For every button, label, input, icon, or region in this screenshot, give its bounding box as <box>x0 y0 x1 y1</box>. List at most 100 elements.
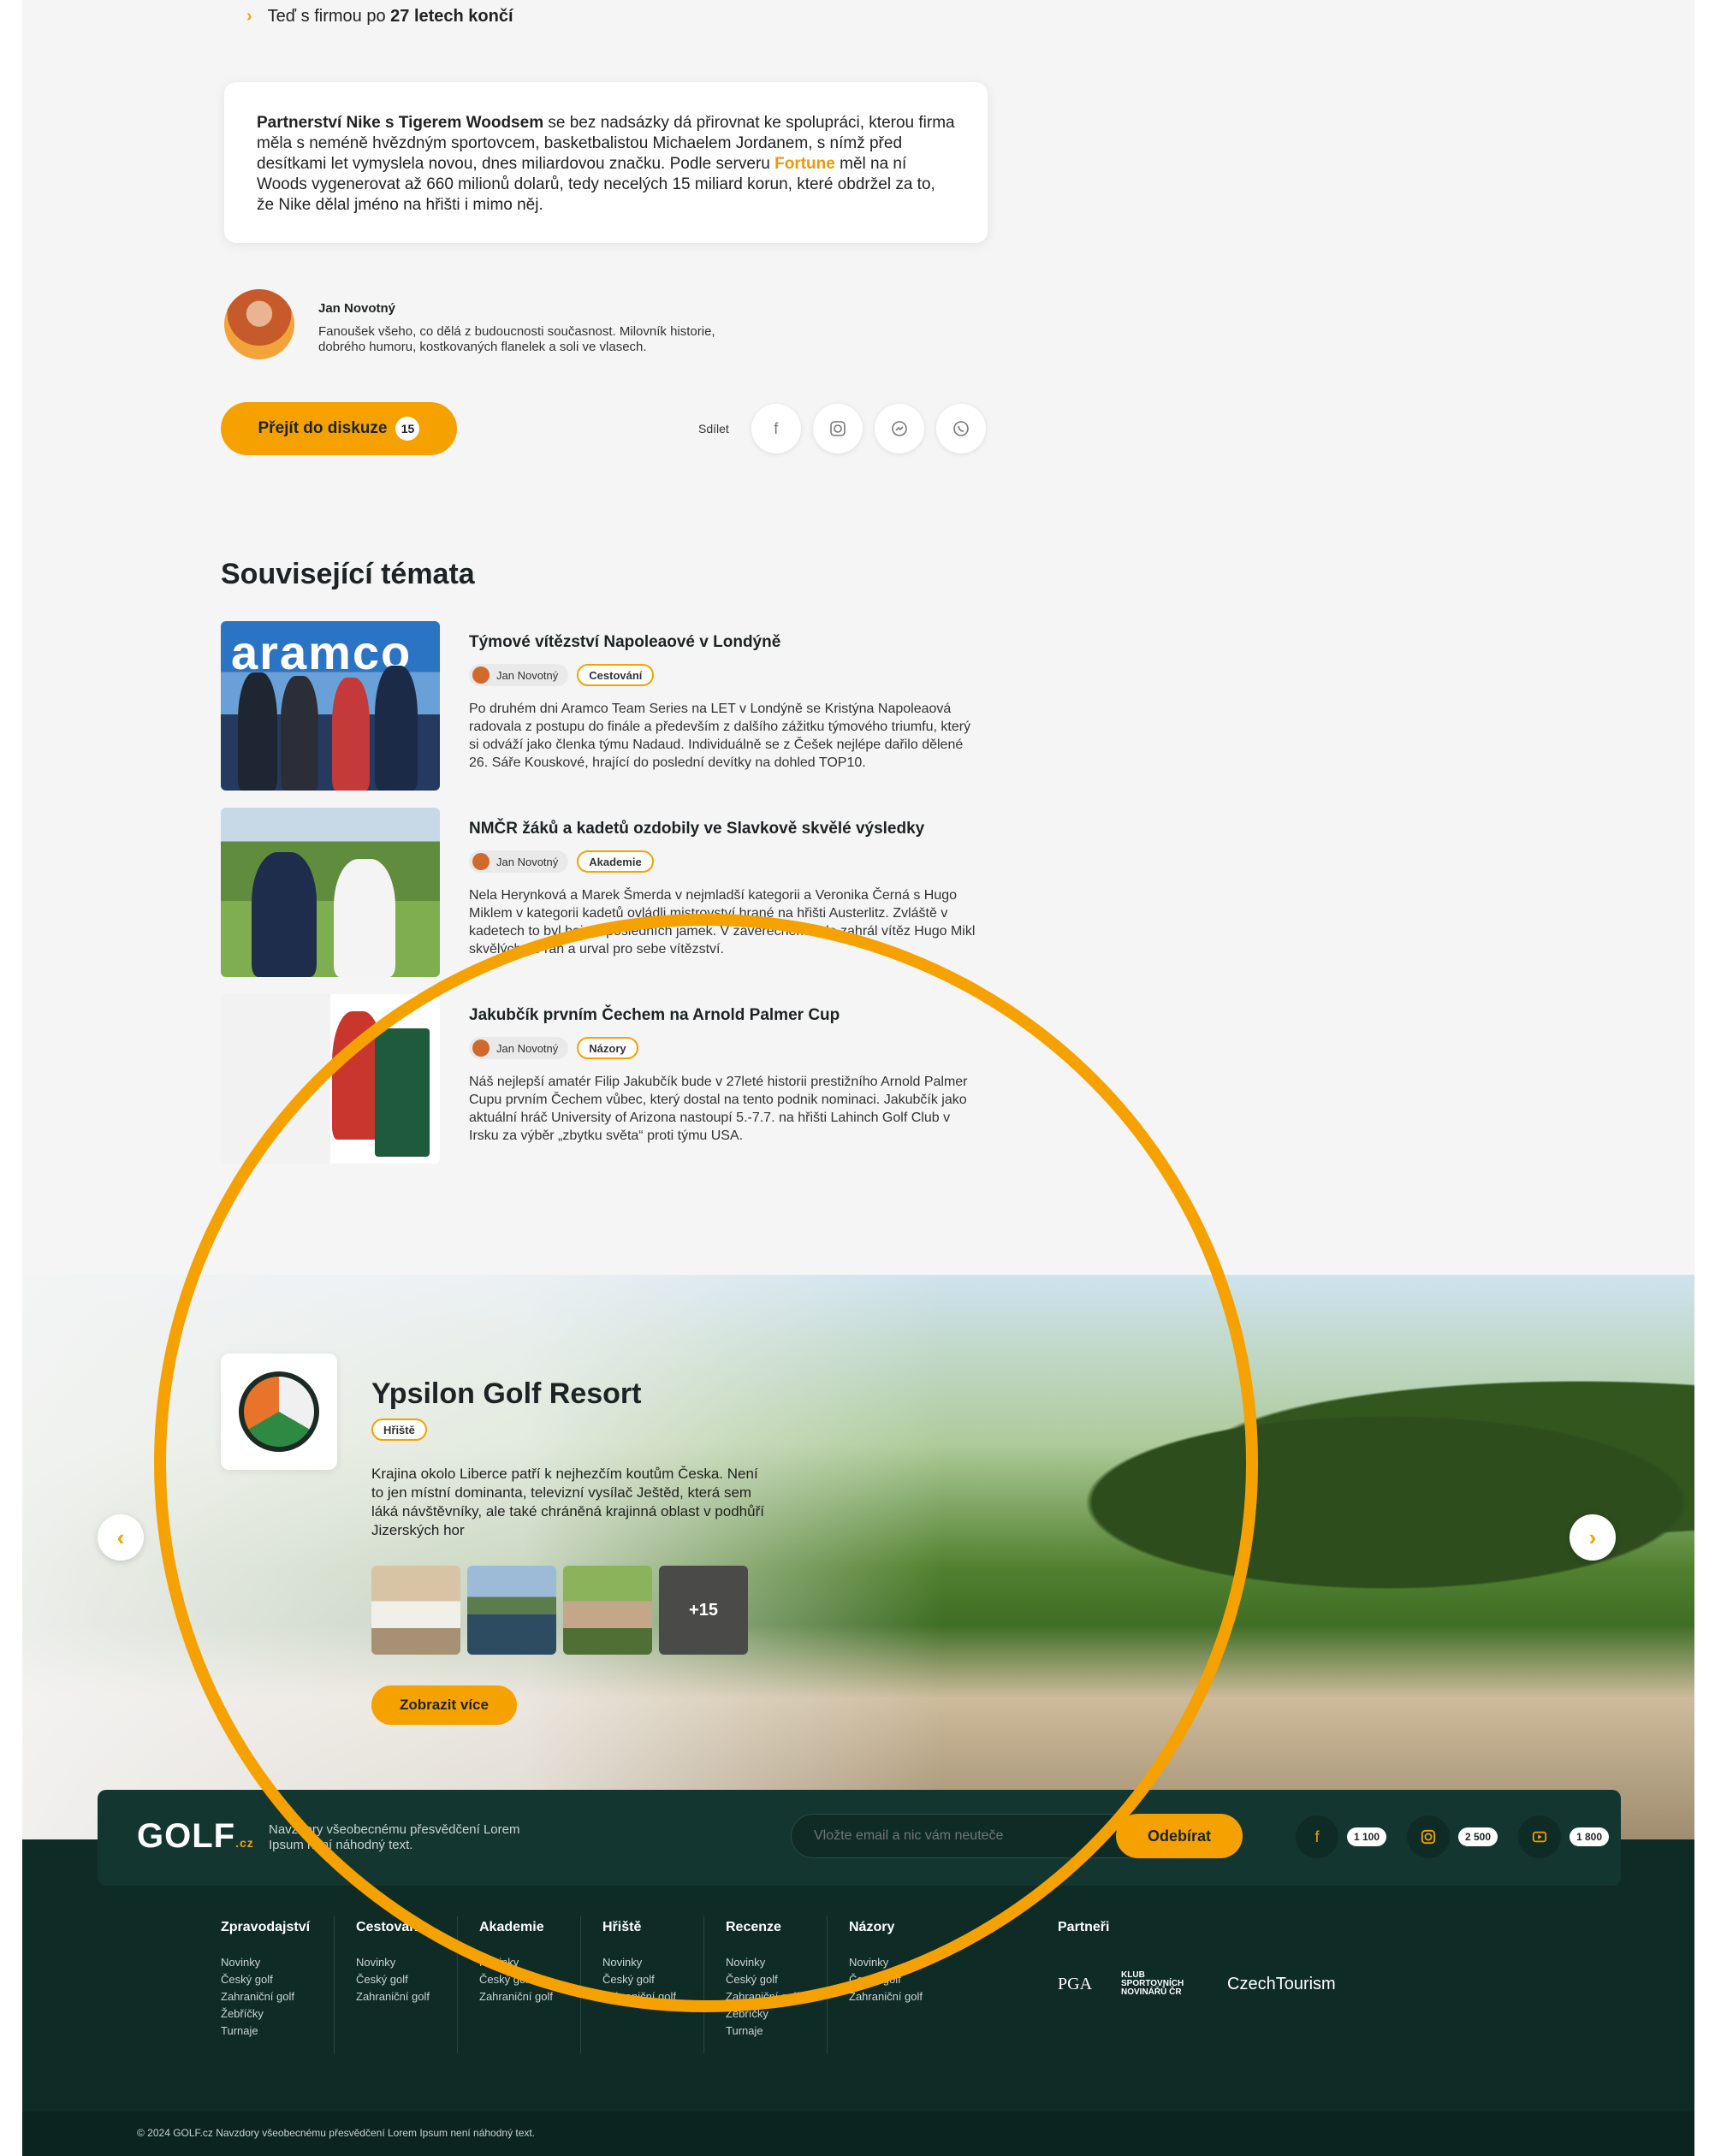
partners-heading: Partneři <box>1058 1920 1110 1934</box>
footer-link[interactable]: Český golf <box>726 1971 799 1988</box>
footer-link[interactable]: Novinky <box>602 1954 676 1971</box>
footer-heading: Akademie <box>479 1920 544 1934</box>
related-title-link[interactable]: Jakubčík prvním Čechem na Arnold Palmer … <box>469 1006 982 1025</box>
footer-link[interactable]: Novinky <box>356 1954 430 1971</box>
category-tag[interactable]: Názory <box>577 1037 638 1059</box>
footer-column: Hřiště Novinky Český golf Zahraniční gol… <box>602 1920 676 2005</box>
follower-count: 1 800 <box>1570 1827 1610 1846</box>
footer-heading: Hřiště <box>602 1920 642 1934</box>
related-title: Související témata <box>221 558 475 590</box>
facebook-icon[interactable]: f <box>751 404 801 453</box>
related-thumbnail[interactable]: aramco <box>221 621 440 791</box>
footer-link[interactable]: Novinky <box>221 1954 310 1971</box>
resort-gallery: +15 <box>371 1566 748 1655</box>
author-chip[interactable]: Jan Novotný <box>469 1037 569 1059</box>
footer-link[interactable]: Český golf <box>849 1971 923 1988</box>
footer-link[interactable]: Zahraniční golf <box>726 1988 799 2005</box>
youtube-icon <box>1518 1815 1561 1858</box>
social-youtube[interactable]: 1 800 <box>1518 1815 1610 1858</box>
footer-column: Recenze Novinky Český golf Zahraniční go… <box>726 1920 799 2040</box>
footer-link[interactable]: Zahraniční golf <box>849 1988 923 2005</box>
footer-heading: Recenze <box>726 1920 781 1934</box>
author-bio: Fanoušek všeho, co dělá z budoucnosti so… <box>318 324 715 354</box>
carousel-prev-button[interactable]: ‹ <box>98 1514 144 1561</box>
footer-column: Akademie Novinky Český golf Zahraniční g… <box>479 1920 553 2005</box>
related-item[interactable]: aramco Týmové vítězství Napoleaové v Lon… <box>221 621 991 792</box>
related-title-link[interactable]: Týmové vítězství Napoleaové v Londýně <box>469 633 982 652</box>
resort-name[interactable]: Ypsilon Golf Resort <box>371 1377 641 1411</box>
footer-heading: Cestování <box>356 1920 422 1934</box>
discussion-button[interactable]: Přejít do diskuze 15 <box>221 402 457 455</box>
resort-logo <box>221 1353 337 1470</box>
ypsilon-logo-icon <box>239 1371 319 1452</box>
category-tag[interactable]: Cestování <box>577 664 655 686</box>
footer-link[interactable]: Zahraniční golf <box>602 1988 676 2005</box>
footer-column: Zpravodajství Novinky Český golf Zahrani… <box>221 1920 310 2040</box>
gallery-photo[interactable] <box>563 1566 652 1655</box>
footer-link[interactable]: Turnaje <box>726 2023 799 2040</box>
gallery-more[interactable]: +15 <box>659 1566 748 1655</box>
facebook-icon: f <box>1296 1815 1338 1858</box>
whatsapp-icon[interactable] <box>935 404 986 453</box>
footer-link[interactable]: Žebříčky <box>221 2005 310 2023</box>
share-bar: Sdílet f <box>698 404 986 453</box>
newsletter-bar: GOLF.cz Navzdory všeobecnému přesvědčení… <box>98 1790 1621 1886</box>
footer-link[interactable]: Zahraniční golf <box>221 1988 310 2005</box>
discussion-count: 15 <box>395 417 420 441</box>
author-chip[interactable]: Jan Novotný <box>469 664 569 686</box>
footer-column: Názory Novinky Český golf Zahraniční gol… <box>849 1920 923 2005</box>
author-chip[interactable]: Jan Novotný <box>469 850 569 873</box>
footer-link[interactable]: Český golf <box>356 1971 430 1988</box>
partner-logos: PGA KLUB SPORTOVNÍCH NOVINÁŘŮ ČR CzechTo… <box>1058 1971 1336 1997</box>
czechtourism-logo[interactable]: CzechTourism <box>1227 1975 1336 1994</box>
resort-description: Krajina okolo Liberce patří k nejhezčím … <box>371 1466 764 1538</box>
footer-link[interactable]: Novinky <box>726 1954 799 1971</box>
page: › Teď s firmou po 27 letech končí Partne… <box>22 0 1694 2156</box>
footer-link[interactable]: Zahraniční golf <box>479 1988 553 2005</box>
newsletter-email-input[interactable] <box>791 1814 1150 1858</box>
author-name[interactable]: Jan Novotný <box>318 301 763 316</box>
golf-logo[interactable]: GOLF.cz <box>137 1817 254 1856</box>
carousel-next-button[interactable]: › <box>1570 1514 1616 1561</box>
footer-link[interactable]: Český golf <box>602 1971 676 1988</box>
gallery-photo[interactable] <box>467 1566 556 1655</box>
instagram-icon[interactable] <box>812 404 863 453</box>
footer-heading: Zpravodajství <box>221 1920 311 1934</box>
related-title-link[interactable]: NMČR žáků a kadetů ozdobily ve Slavkově … <box>469 820 982 838</box>
chevron-right-icon: › <box>246 7 252 26</box>
bullet-text: Teď s firmou po <box>267 7 386 26</box>
fortune-link[interactable]: Fortune <box>774 155 835 173</box>
show-more-button[interactable]: Zobrazit více <box>371 1685 517 1725</box>
footer-link[interactable]: Novinky <box>479 1954 553 1971</box>
newsletter-slogan: Navzdory všeobecnému přesvědčení Lorem I… <box>269 1822 520 1852</box>
ksn-logo[interactable]: KLUB SPORTOVNÍCH NOVINÁŘŮ ČR <box>1121 1971 1198 1997</box>
pga-logo[interactable]: PGA <box>1058 1975 1092 1994</box>
avatar <box>472 1040 490 1057</box>
related-excerpt: Po druhém dni Aramco Team Series na LET … <box>469 702 971 770</box>
quote-bold: Partnerství Nike s Tigerem Woodsem <box>257 114 544 132</box>
footer-link[interactable]: Zahraniční golf <box>356 1988 430 2005</box>
resort-tag[interactable]: Hřiště <box>371 1419 427 1441</box>
category-tag[interactable]: Akademie <box>577 850 654 873</box>
related-item[interactable]: Jakubčík prvním Čechem na Arnold Palmer … <box>221 994 991 1165</box>
footer-link[interactable]: Český golf <box>221 1971 310 1988</box>
follower-count: 1 100 <box>1347 1827 1387 1846</box>
related-excerpt: Nela Herynková a Marek Šmerda v nejmladš… <box>469 888 976 957</box>
footer-link[interactable]: Český golf <box>479 1971 553 1988</box>
footer-link[interactable]: Novinky <box>849 1954 923 1971</box>
footer-column: Cestování Novinky Český golf Zahraniční … <box>356 1920 430 2005</box>
related-thumbnail[interactable] <box>221 994 440 1164</box>
gallery-photo[interactable] <box>371 1566 460 1655</box>
social-facebook[interactable]: f 1 100 <box>1296 1815 1387 1858</box>
related-thumbnail[interactable] <box>221 808 440 977</box>
author-avatar <box>224 289 294 359</box>
messenger-icon[interactable] <box>874 404 924 453</box>
footer-link[interactable]: Turnaje <box>221 2023 310 2040</box>
footer-link[interactable]: Žebříčky <box>726 2005 799 2023</box>
social-instagram[interactable]: 2 500 <box>1407 1815 1498 1858</box>
related-item[interactable]: NMČR žáků a kadetů ozdobily ve Slavkově … <box>221 808 991 979</box>
follower-count: 2 500 <box>1458 1827 1498 1846</box>
subscribe-button[interactable]: Odebírat <box>1116 1814 1243 1858</box>
article-bullet: › Teď s firmou po 27 letech končí <box>246 7 513 27</box>
author-box: Jan Novotný Fanoušek všeho, co dělá z bu… <box>224 289 763 359</box>
